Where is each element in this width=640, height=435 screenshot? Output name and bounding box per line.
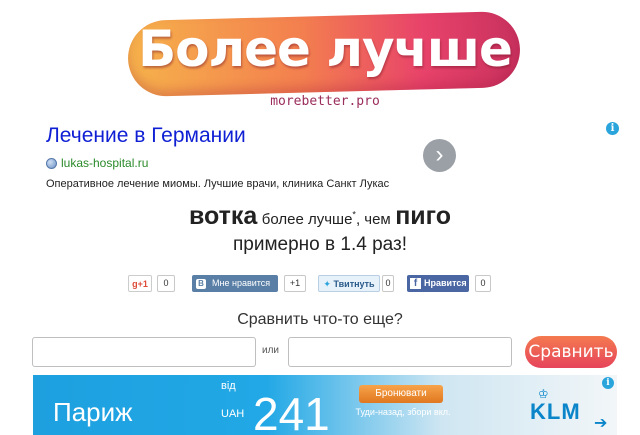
comparison-ratio: примерно в 1.4 раз! <box>233 234 407 255</box>
ad-description: Оперативное лечение миомы. Лучшие врачи,… <box>46 178 390 190</box>
site-logo[interactable]: Более лучше morebetter.pro <box>122 6 528 118</box>
banner-from: від <box>221 380 236 392</box>
logo-title: Более лучше <box>138 20 513 78</box>
banner-info-icon[interactable]: i <box>602 377 614 389</box>
ad-domain[interactable]: lukas-hospital.ru <box>46 156 148 170</box>
gplus-count: 0 <box>157 275 175 292</box>
klm-logo: KLM <box>530 399 581 424</box>
facebook-like-button[interactable]: f Нравится <box>407 275 469 292</box>
vk-icon: В <box>196 278 206 289</box>
gplus-button[interactable]: g+1 <box>128 275 152 292</box>
arrow-right-icon: ➔ <box>594 415 608 432</box>
banner-roundtrip-note: Туди-назад, збори вкл. <box>355 407 451 417</box>
vk-like-label: Мне нравится <box>212 278 271 288</box>
vk-count: +1 <box>284 275 306 292</box>
text-ad: Лечение в Германии lukas-hospital.ru Опе… <box>46 122 620 196</box>
banner-city: Париж <box>53 397 133 427</box>
compare-second-input[interactable] <box>288 337 512 367</box>
result-than: , чем <box>355 211 391 228</box>
result-item1: вотка <box>188 202 258 230</box>
globe-icon <box>46 157 57 169</box>
banner-price: 241 <box>253 388 330 435</box>
ad-info-icon[interactable]: i <box>606 122 619 135</box>
twitter-count: 0 <box>382 275 394 292</box>
comparison-result: вотка более лучше*, чем пиго <box>0 202 640 231</box>
ad-domain-text[interactable]: lukas-hospital.ru <box>61 156 148 170</box>
twitter-label: Твитнуть <box>333 279 375 289</box>
compare-button[interactable]: Сравнить <box>525 336 617 368</box>
twitter-bird-icon: ✦ <box>323 279 331 289</box>
facebook-icon: f <box>410 278 421 290</box>
facebook-count: 0 <box>475 275 491 292</box>
logo-site-url: morebetter.pro <box>270 94 380 109</box>
klm-banner-ad[interactable]: Париж від UAH 241 Бронювати Туди-назад, … <box>33 375 617 435</box>
twitter-tweet-button[interactable]: ✦ Твитнуть <box>318 275 380 292</box>
banner-currency: UAH <box>221 408 245 420</box>
result-item2: пиго <box>395 202 452 230</box>
ad-title-link[interactable]: Лечение в Германии <box>46 124 246 148</box>
or-label: или <box>262 345 280 356</box>
facebook-label: Нравится <box>424 278 467 288</box>
compare-first-input[interactable] <box>32 337 256 367</box>
result-connector: более лучше <box>261 211 353 228</box>
compare-heading: Сравнить что-то еще? <box>237 311 403 328</box>
vk-like-button[interactable]: В Мне нравится <box>192 275 278 292</box>
social-share-bar: g+1 0 В Мне нравится +1 ✦ Твитнуть 0 f Нра… <box>0 275 640 295</box>
chevron-right-icon[interactable]: › <box>423 139 456 172</box>
banner-book-button[interactable]: Бронювати <box>359 385 443 403</box>
